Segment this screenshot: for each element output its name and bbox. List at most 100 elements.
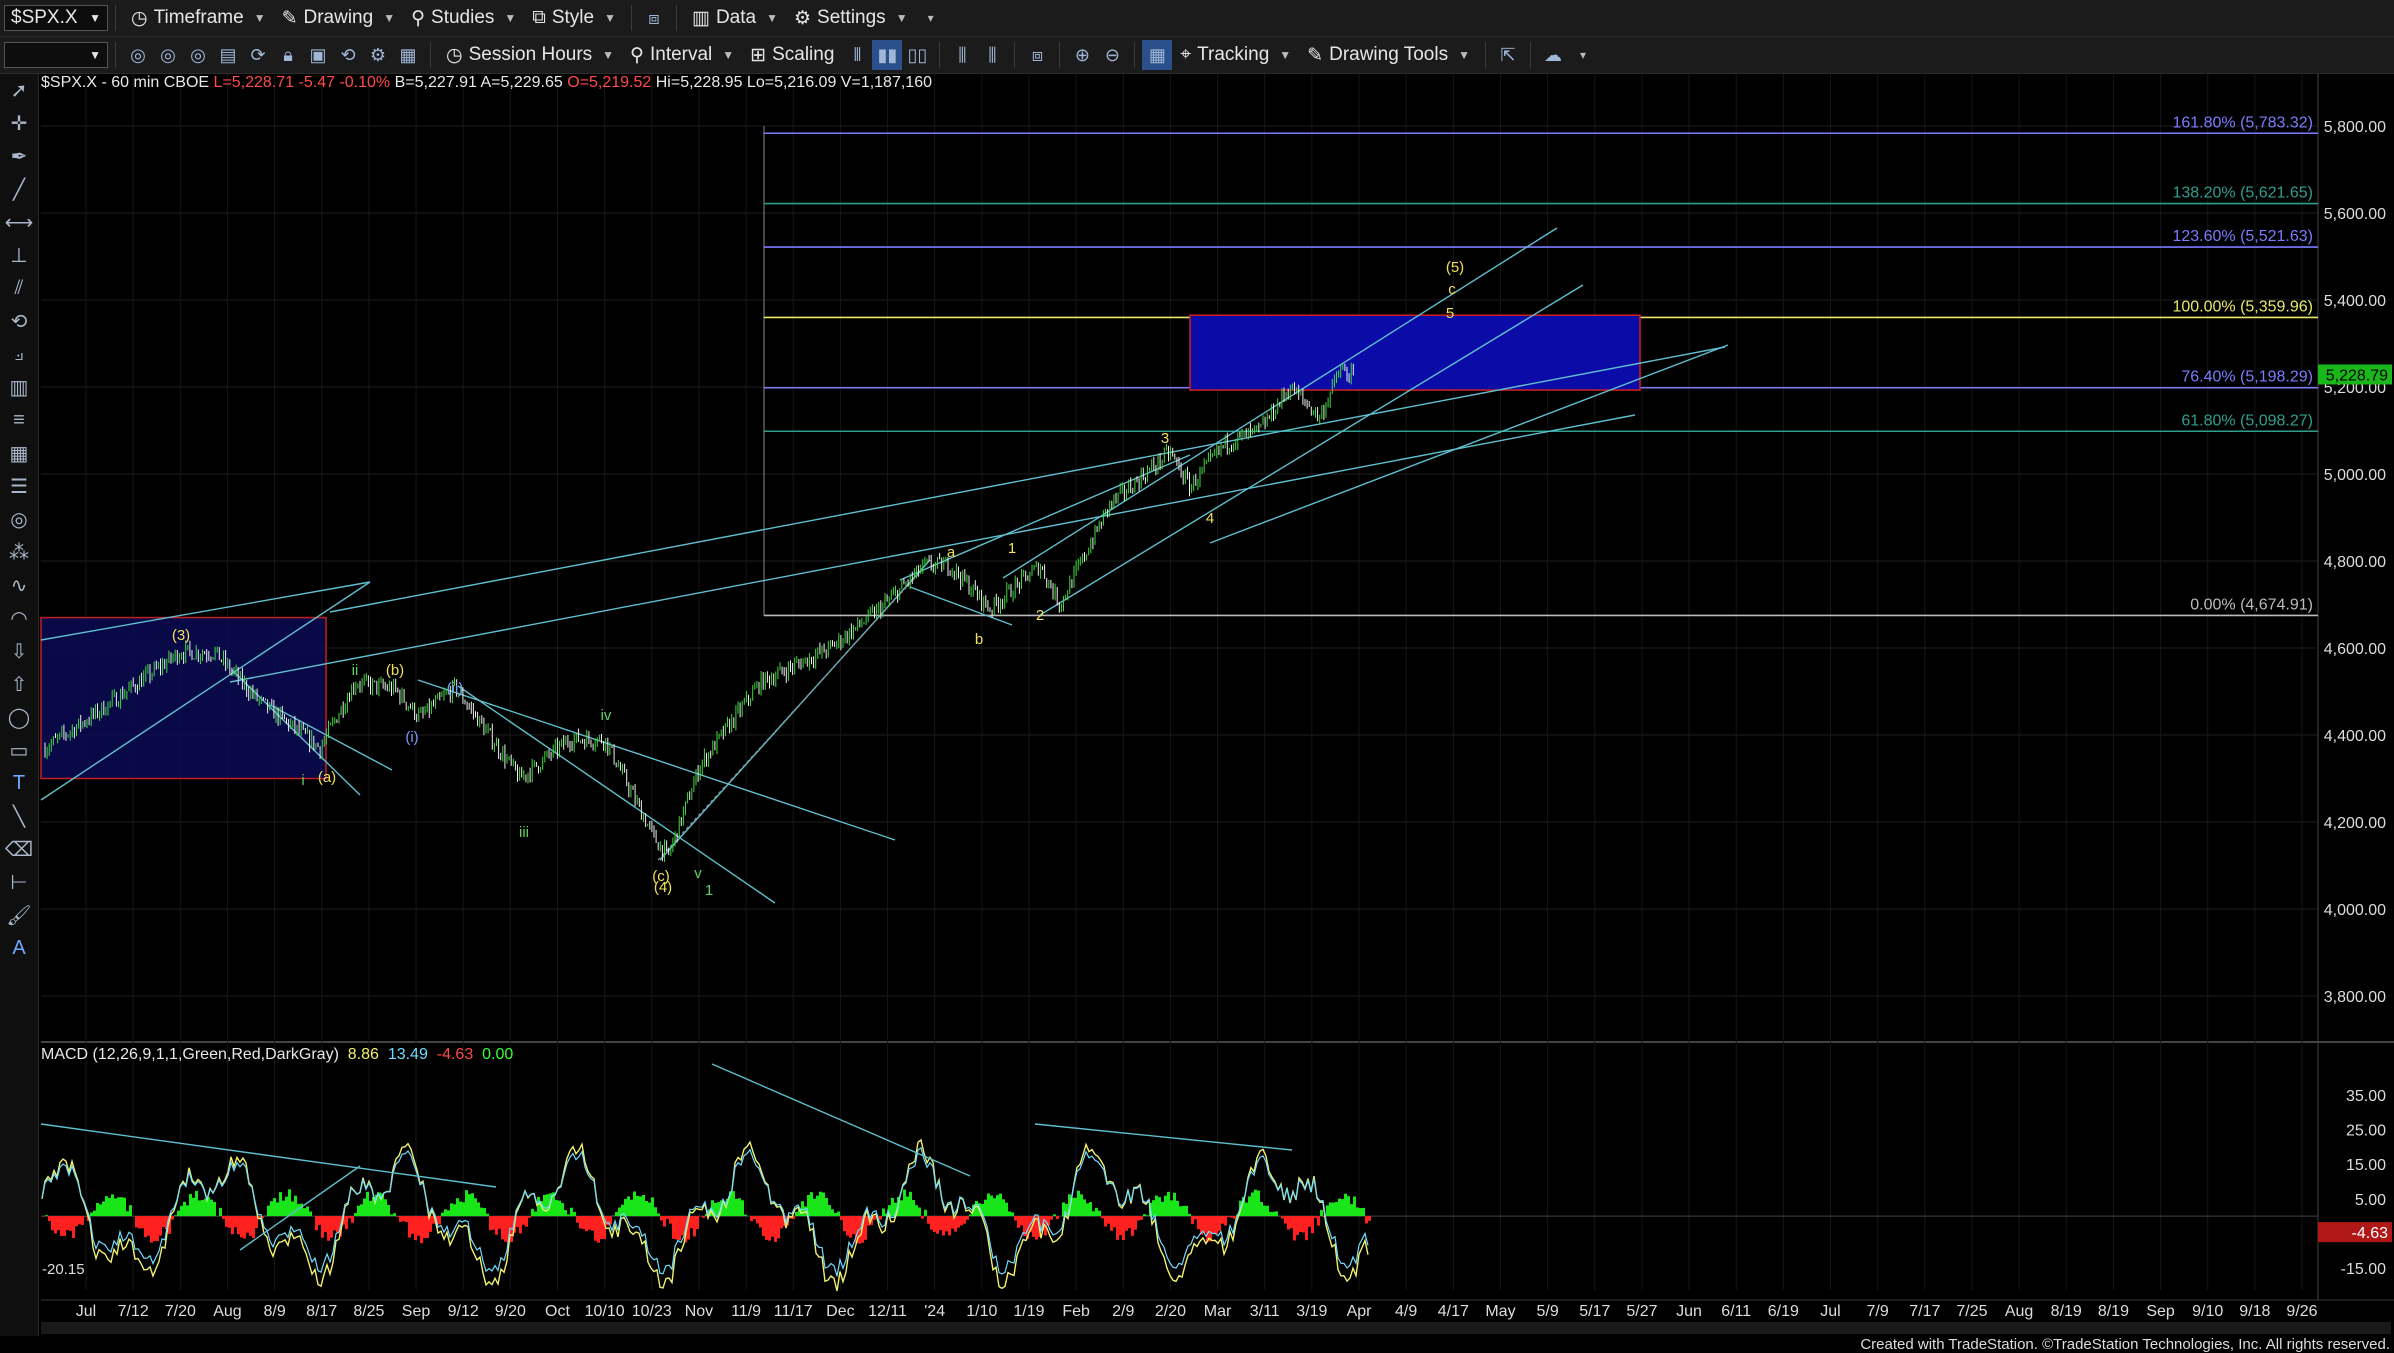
price-axis-label: 4,000.00 bbox=[2324, 902, 2386, 919]
refresh-icon[interactable]: ⟳ bbox=[243, 40, 273, 70]
macd-histogram-bar bbox=[303, 1208, 306, 1217]
interval-button[interactable]: ⚲ Interval ▼ bbox=[622, 40, 742, 70]
macd-histogram-bar bbox=[108, 1198, 111, 1217]
workspace-selector[interactable]: ▼ bbox=[4, 42, 108, 68]
export-icon[interactable]: ⇱ bbox=[1493, 40, 1523, 70]
circle-tool-3-icon[interactable]: ◎ bbox=[183, 40, 213, 70]
cloud-icon[interactable]: ☁ bbox=[1538, 40, 1568, 70]
circle-tool-2-icon[interactable]: ◎ bbox=[153, 40, 183, 70]
zoom-in-icon[interactable]: ⊕ bbox=[1067, 40, 1097, 70]
zoom-out-icon[interactable]: ⊖ bbox=[1097, 40, 1127, 70]
studies-menu[interactable]: ⚲ Studies ▼ bbox=[403, 3, 524, 33]
symbol-selector[interactable]: $SPX.X ▼ bbox=[4, 5, 108, 31]
tracking-button[interactable]: ⌖ Tracking ▼ bbox=[1172, 40, 1299, 70]
macd-histogram-bar bbox=[1110, 1216, 1113, 1231]
refresh-alt-icon[interactable]: ⟲ bbox=[333, 40, 363, 70]
wave-label: 3 bbox=[1161, 430, 1169, 447]
bar-chart-icon[interactable]: ⫴ bbox=[842, 40, 872, 70]
text-tool-icon[interactable]: T bbox=[0, 767, 38, 800]
ellipse-icon[interactable]: ◯ bbox=[0, 701, 38, 734]
macd-histogram-bar bbox=[489, 1216, 492, 1231]
grid-icon[interactable]: ▦ bbox=[1142, 40, 1173, 70]
lines-icon[interactable]: ☰ bbox=[0, 470, 38, 503]
lock-icon[interactable]: 🔒︎ bbox=[273, 40, 303, 70]
dots-icon[interactable]: ⁂ bbox=[0, 536, 38, 569]
macd-histogram-bar bbox=[438, 1216, 441, 1225]
settings-alt-icon[interactable]: ⚙ bbox=[363, 40, 393, 70]
brush-icon[interactable]: 🖌︎ bbox=[0, 899, 38, 932]
macd-histogram-bar bbox=[63, 1216, 66, 1236]
text-color-icon[interactable]: A bbox=[0, 932, 38, 965]
hollow-candle-icon[interactable]: ▯▯ bbox=[902, 40, 932, 70]
line-tool-icon[interactable]: ╲ bbox=[0, 800, 38, 833]
macd-histogram-bar bbox=[534, 1211, 537, 1217]
eraser-icon[interactable]: ⌫ bbox=[0, 833, 38, 866]
footer: Created with TradeStation. ©TradeStation… bbox=[0, 1336, 2394, 1353]
wave-label: 5 bbox=[1446, 305, 1454, 322]
macd-histogram-bar bbox=[78, 1216, 81, 1225]
zoom-bars-icon[interactable]: ⫼ bbox=[947, 40, 977, 70]
up-arrow-icon[interactable]: ⇧ bbox=[0, 668, 38, 701]
drawing-menu[interactable]: ✎ Drawing ▼ bbox=[274, 3, 404, 33]
macd-histogram-bar bbox=[819, 1191, 822, 1217]
time-axis-label: 9/10 bbox=[2192, 1303, 2223, 1320]
chevron-down-icon: ▼ bbox=[504, 11, 517, 25]
macd-histogram-bar bbox=[1170, 1200, 1173, 1217]
macd-histogram-bar bbox=[1266, 1205, 1269, 1217]
macd-histogram-bar bbox=[1011, 1212, 1014, 1217]
zoom-bars-2-icon[interactable]: ⫼ bbox=[977, 40, 1007, 70]
macd-histogram-bar bbox=[1083, 1199, 1086, 1217]
layout-split-icon[interactable]: ⧈ bbox=[1022, 40, 1052, 70]
style-menu[interactable]: ⧉ Style ▼ bbox=[524, 3, 624, 33]
wave-label: (ii) bbox=[447, 680, 464, 697]
cloud-menu[interactable]: ▾ bbox=[1568, 40, 1594, 70]
drawing-tools-button[interactable]: ✎ Drawing Tools ▼ bbox=[1299, 40, 1478, 70]
down-arrow-icon[interactable]: ⇩ bbox=[0, 635, 38, 668]
macd-histogram-bar bbox=[156, 1216, 159, 1242]
wave-icon[interactable]: ∿ bbox=[0, 569, 38, 602]
layout-icon[interactable]: ⧈ bbox=[639, 3, 669, 33]
crosshair-icon: ⌖ bbox=[1180, 44, 1192, 65]
macd-histogram-bar bbox=[120, 1197, 123, 1217]
pointer-icon[interactable]: ➚ bbox=[0, 74, 38, 107]
more-menu[interactable]: ▾ bbox=[916, 3, 942, 33]
rectangle-icon[interactable]: ▭ bbox=[0, 734, 38, 767]
fib-icon[interactable]: ≡ bbox=[0, 404, 38, 437]
time-axis-label: 3/11 bbox=[1250, 1303, 1280, 1320]
circle-tool-icon[interactable]: ◎ bbox=[123, 40, 153, 70]
macd-histogram-bar bbox=[1329, 1202, 1332, 1217]
horizontal-arrow-icon[interactable]: ⟷ bbox=[0, 206, 38, 239]
bars-icon[interactable]: ▥ bbox=[0, 371, 38, 404]
data-menu[interactable]: ▥ Data ▼ bbox=[684, 3, 786, 33]
macd-histogram-bar bbox=[942, 1216, 945, 1236]
trendline-icon[interactable]: ╱ bbox=[0, 173, 38, 206]
macd-histogram-bar bbox=[1359, 1208, 1362, 1217]
chevron-down-icon: ▼ bbox=[895, 11, 908, 25]
price-chart[interactable]: 161.80% (5,783.32) 138.20% (5,621.65) 123.… bbox=[39, 74, 2394, 1336]
macd-histogram-bar bbox=[1158, 1197, 1161, 1217]
template-icon[interactable]: ▤ bbox=[213, 40, 243, 70]
macd-histogram-bar bbox=[174, 1215, 177, 1217]
crosshair-icon[interactable]: ✛ bbox=[0, 107, 38, 140]
save-icon[interactable]: ▣ bbox=[303, 40, 333, 70]
candle-chart-icon[interactable]: ▮▮ bbox=[872, 40, 903, 70]
vertical-line-icon[interactable]: ⊥ bbox=[0, 239, 38, 272]
chevron-down-icon: ▼ bbox=[383, 11, 396, 25]
chart-header: $SPX.X - 60 min CBOE L=5,228.71 -5.47 -0… bbox=[41, 74, 932, 92]
session-hours-button[interactable]: ◷ Session Hours ▼ bbox=[438, 40, 622, 70]
circle-arrow-icon[interactable]: ⟲ bbox=[0, 305, 38, 338]
channel-icon[interactable]: ⫽ bbox=[0, 272, 38, 305]
ruler-icon[interactable]: ⟓ bbox=[0, 338, 38, 371]
macd-histogram-bar bbox=[669, 1216, 672, 1224]
spiral-icon[interactable]: ◎ bbox=[0, 503, 38, 536]
photo-icon[interactable]: ▦ bbox=[393, 40, 423, 70]
pen-icon[interactable]: ✒ bbox=[0, 140, 38, 173]
settings-menu[interactable]: ⚙ Settings ▼ bbox=[786, 3, 916, 33]
macd-histogram-bar bbox=[573, 1211, 576, 1217]
grid-tool-icon[interactable]: ▦ bbox=[0, 437, 38, 470]
time-axis-label: 5/9 bbox=[1536, 1303, 1558, 1320]
scaling-button[interactable]: ⊞ Scaling bbox=[742, 40, 842, 70]
magnet-icon[interactable]: ⊢ bbox=[0, 866, 38, 899]
timeframe-menu[interactable]: ◷ Timeframe ▼ bbox=[123, 3, 274, 33]
arc-icon[interactable]: ◠ bbox=[0, 602, 38, 635]
